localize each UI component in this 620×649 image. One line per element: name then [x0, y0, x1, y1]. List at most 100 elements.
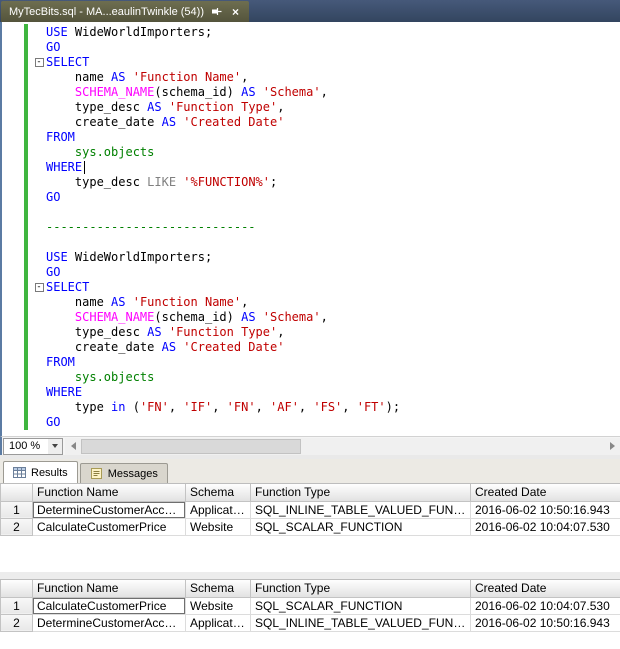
fold-collapse-box[interactable]: -: [34, 58, 44, 67]
code-text: type_desc LIKE '%FUNCTION%';: [46, 175, 277, 190]
code-line[interactable]: WHERE: [32, 160, 620, 175]
code-token: ,: [277, 325, 285, 339]
code-line[interactable]: - SELECT: [32, 280, 620, 295]
code-text: sys.objects: [46, 145, 154, 160]
row-number-cell[interactable]: 1: [0, 596, 33, 615]
grid-cell[interactable]: Application: [185, 613, 251, 632]
code-line[interactable]: SCHEMA_NAME(schema_id) AS 'Schema',: [32, 310, 620, 325]
code-token: 'IF': [183, 400, 213, 414]
grid-cell[interactable]: 2016-06-02 10:04:07.530: [470, 517, 620, 536]
close-tab-button[interactable]: ×: [229, 5, 242, 18]
tab-results[interactable]: Results: [3, 461, 78, 483]
code-text: WHERE: [46, 160, 86, 175]
scrollbar-track[interactable]: [81, 438, 604, 455]
fold-gutter: [32, 100, 46, 115]
code-line[interactable]: [32, 205, 620, 220]
grid-cell[interactable]: Website: [185, 596, 251, 615]
code-line[interactable]: SCHEMA_NAME(schema_id) AS 'Schema',: [32, 85, 620, 100]
code-token: 'FN': [139, 400, 169, 414]
column-header[interactable]: Function Type: [250, 580, 471, 598]
code-editor[interactable]: USE WideWorldImporters; GO - SELECT name AS…: [0, 22, 620, 436]
code-line[interactable]: GO: [32, 40, 620, 55]
scroll-left-button[interactable]: [65, 437, 81, 455]
grid-cell[interactable]: 2016-06-02 10:50:16.943: [470, 500, 620, 519]
code-line[interactable]: sys.objects: [32, 145, 620, 160]
fold-collapse-box[interactable]: -: [34, 283, 44, 292]
horizontal-scrollbar[interactable]: [65, 437, 620, 455]
code-text: name AS 'Function Name',: [46, 295, 248, 310]
code-line[interactable]: name AS 'Function Name',: [32, 295, 620, 310]
grid-cell[interactable]: CalculateCustomerPrice: [32, 596, 186, 615]
document-tab[interactable]: MyTecBits.sql - MA...eaulinTwinkle (54))…: [1, 1, 249, 22]
code-token: (schema_id): [154, 85, 242, 99]
pin-tab-button[interactable]: [210, 5, 223, 18]
column-header[interactable]: Function Name: [32, 580, 186, 598]
code-line[interactable]: sys.objects: [32, 370, 620, 385]
grid-cell[interactable]: SQL_INLINE_TABLE_VALUED_FUNCTION: [250, 613, 471, 632]
grid-corner-cell[interactable]: [0, 580, 33, 598]
fold-gutter: [32, 160, 46, 175]
grid-corner-cell[interactable]: [0, 484, 33, 502]
code-line[interactable]: create_date AS 'Created Date': [32, 115, 620, 130]
grid-cell[interactable]: DetermineCustomerAccess: [32, 500, 186, 519]
code-line[interactable]: FROM: [32, 355, 620, 370]
grid-cell[interactable]: SQL_SCALAR_FUNCTION: [250, 596, 471, 615]
column-header[interactable]: Schema: [185, 484, 251, 502]
fold-gutter: [32, 145, 46, 160]
zoom-level-dropdown[interactable]: 100 %: [3, 437, 63, 455]
code-text: -----------------------------: [46, 220, 256, 235]
code-token: 'Created Date': [183, 115, 285, 129]
code-line[interactable]: USE WideWorldImporters;: [32, 25, 620, 40]
column-header[interactable]: Created Date: [470, 580, 620, 598]
code-token: -----------------------------: [46, 220, 256, 234]
code-line[interactable]: USE WideWorldImporters;: [32, 250, 620, 265]
code-token: sys.objects: [74, 145, 155, 159]
fold-gutter: [32, 250, 46, 265]
grid-cell[interactable]: DetermineCustomerAccess: [32, 613, 186, 632]
code-line[interactable]: type_desc LIKE '%FUNCTION%';: [32, 175, 620, 190]
row-number-cell[interactable]: 1: [0, 500, 33, 519]
row-number-cell[interactable]: 2: [0, 517, 33, 536]
grid-cell[interactable]: 2016-06-02 10:04:07.530: [470, 596, 620, 615]
tab-messages[interactable]: Messages: [79, 463, 168, 483]
column-header[interactable]: Created Date: [470, 484, 620, 502]
fold-gutter: [32, 130, 46, 145]
code-text: type_desc AS 'Function Type',: [46, 100, 285, 115]
column-header[interactable]: Function Type: [250, 484, 471, 502]
grid-cell[interactable]: Application: [185, 500, 251, 519]
code-line[interactable]: create_date AS 'Created Date': [32, 340, 620, 355]
fold-gutter: [32, 340, 46, 355]
code-line[interactable]: GO: [32, 265, 620, 280]
code-token: 'Function Type': [168, 100, 278, 114]
code-line[interactable]: WHERE: [32, 385, 620, 400]
code-line[interactable]: GO: [32, 415, 620, 430]
column-header[interactable]: Schema: [185, 580, 251, 598]
code-line[interactable]: -----------------------------: [32, 220, 620, 235]
grid-cell[interactable]: CalculateCustomerPrice: [32, 517, 186, 536]
grid-cell[interactable]: SQL_SCALAR_FUNCTION: [250, 517, 471, 536]
code-text: GO: [46, 265, 60, 280]
code-token: SELECT: [46, 55, 90, 69]
row-number-cell[interactable]: 2: [0, 613, 33, 632]
code-line[interactable]: [32, 235, 620, 250]
grid-cell[interactable]: SQL_INLINE_TABLE_VALUED_FUNCTION: [250, 500, 471, 519]
code-token: );: [385, 400, 401, 414]
fold-gutter: [32, 415, 46, 430]
code-line[interactable]: name AS 'Function Name',: [32, 70, 620, 85]
scrollbar-thumb[interactable]: [81, 438, 301, 454]
code-token: 'FN': [226, 400, 256, 414]
code-line[interactable]: - SELECT: [32, 55, 620, 70]
scroll-right-button[interactable]: [604, 437, 620, 455]
code-line[interactable]: type_desc AS 'Function Type',: [32, 325, 620, 340]
code-line[interactable]: type_desc AS 'Function Type',: [32, 100, 620, 115]
column-header[interactable]: Function Name: [32, 484, 186, 502]
code-token: sys.objects: [74, 370, 155, 384]
code-token: WHERE: [46, 385, 83, 399]
grid-cell[interactable]: 2016-06-02 10:50:16.943: [470, 613, 620, 632]
code-line[interactable]: type in ('FN', 'IF', 'FN', 'AF', 'FS', '…: [32, 400, 620, 415]
code-line[interactable]: FROM: [32, 130, 620, 145]
code-line[interactable]: GO: [32, 190, 620, 205]
grid-cell[interactable]: Website: [185, 517, 251, 536]
zoom-dropdown-button[interactable]: [48, 438, 62, 454]
